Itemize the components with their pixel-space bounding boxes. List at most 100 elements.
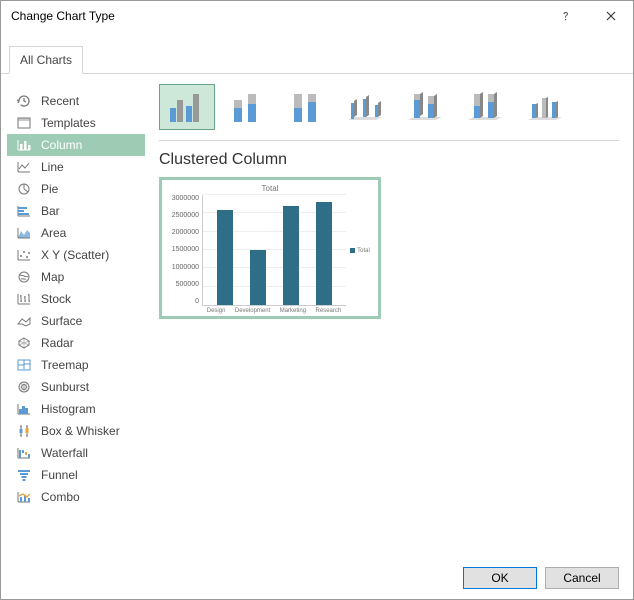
sidebar-item-surface[interactable]: Surface	[7, 310, 145, 332]
chart-x-axis: Design Development Marketing Research	[202, 306, 346, 314]
sidebar-item-waterfall[interactable]: Waterfall	[7, 442, 145, 464]
y-tick: 0	[166, 298, 199, 305]
subtype-3d-stacked-column[interactable]	[399, 84, 455, 130]
column-icon	[15, 136, 33, 154]
y-tick: 3000000	[166, 195, 199, 202]
help-button[interactable]	[543, 1, 588, 31]
subtype-clustered-column[interactable]	[159, 84, 215, 130]
sidebar-item-histogram[interactable]: Histogram	[7, 398, 145, 420]
sidebar-item-label: Recent	[41, 94, 79, 108]
x-tick: Design	[207, 308, 226, 314]
sidebar-item-line[interactable]: Line	[7, 156, 145, 178]
subtype-3d-clustered-column[interactable]	[339, 84, 395, 130]
window-title: Change Chart Type	[11, 9, 543, 23]
funnel-icon	[15, 466, 33, 484]
right-panel: Clustered Column Total 3000000 2500000 2…	[145, 84, 619, 560]
sidebar-item-label: Sunburst	[41, 380, 89, 394]
x-tick: Development	[235, 308, 270, 314]
sidebar-item-funnel[interactable]: Funnel	[7, 464, 145, 486]
subtype-3d-column[interactable]	[519, 84, 575, 130]
sidebar-item-map[interactable]: Map	[7, 266, 145, 288]
ok-button[interactable]: OK	[463, 567, 537, 589]
sidebar-item-radar[interactable]: Radar	[7, 332, 145, 354]
x-tick: Research	[316, 308, 342, 314]
chart-category-sidebar: Recent Templates Column Line Pie Bar Are…	[7, 84, 145, 560]
recent-icon	[15, 92, 33, 110]
legend-label: Total	[357, 248, 370, 254]
sidebar-item-label: Pie	[41, 182, 58, 196]
box-whisker-icon	[15, 422, 33, 440]
subtype-stacked-column[interactable]	[219, 84, 275, 130]
surface-icon	[15, 312, 33, 330]
y-tick: 2500000	[166, 212, 199, 219]
combo-icon	[15, 488, 33, 506]
scatter-icon	[15, 246, 33, 264]
chart-preview[interactable]: Total 3000000 2500000 2000000 1500000 10…	[159, 177, 381, 319]
sidebar-item-label: Surface	[41, 314, 82, 328]
chart-subtype-row	[159, 84, 619, 141]
chart-bar	[283, 206, 299, 305]
tab-all-charts[interactable]: All Charts	[9, 46, 83, 74]
sidebar-item-label: Bar	[41, 204, 60, 218]
sidebar-item-label: Treemap	[41, 358, 89, 372]
sidebar-item-recent[interactable]: Recent	[7, 90, 145, 112]
chart-bar	[316, 202, 332, 305]
sidebar-item-scatter[interactable]: X Y (Scatter)	[7, 244, 145, 266]
subtype-3d-100-stacked-column[interactable]	[459, 84, 515, 130]
tab-strip: All Charts	[1, 31, 633, 74]
x-tick: Marketing	[280, 308, 306, 314]
stock-icon	[15, 290, 33, 308]
sidebar-item-pie[interactable]: Pie	[7, 178, 145, 200]
main-area: Recent Templates Column Line Pie Bar Are…	[1, 74, 633, 560]
sidebar-item-label: Map	[41, 270, 64, 284]
bar-icon	[15, 202, 33, 220]
line-icon	[15, 158, 33, 176]
waterfall-icon	[15, 444, 33, 462]
sidebar-item-label: Waterfall	[41, 446, 88, 460]
sidebar-item-label: Box & Whisker	[41, 424, 120, 438]
y-tick: 2000000	[166, 229, 199, 236]
sidebar-item-label: Column	[41, 138, 82, 152]
sidebar-item-label: Combo	[41, 490, 80, 504]
sidebar-item-column[interactable]: Column	[7, 134, 145, 156]
area-icon	[15, 224, 33, 242]
sidebar-item-label: Funnel	[41, 468, 78, 482]
sidebar-item-label: Radar	[41, 336, 74, 350]
map-icon	[15, 268, 33, 286]
sidebar-item-label: Templates	[41, 116, 96, 130]
sidebar-item-label: X Y (Scatter)	[41, 248, 109, 262]
sidebar-item-combo[interactable]: Combo	[7, 486, 145, 508]
titlebar: Change Chart Type	[1, 1, 633, 31]
sidebar-item-templates[interactable]: Templates	[7, 112, 145, 134]
sidebar-item-label: Line	[41, 160, 64, 174]
sidebar-item-stock[interactable]: Stock	[7, 288, 145, 310]
chart-preview-body: 3000000 2500000 2000000 1500000 1000000 …	[166, 195, 374, 306]
sidebar-item-sunburst[interactable]: Sunburst	[7, 376, 145, 398]
pie-icon	[15, 180, 33, 198]
subtype-100-stacked-column[interactable]	[279, 84, 335, 130]
dialog-footer: OK Cancel	[1, 557, 633, 599]
sidebar-item-area[interactable]: Area	[7, 222, 145, 244]
chart-legend: Total	[346, 195, 374, 306]
sidebar-item-bar[interactable]: Bar	[7, 200, 145, 222]
treemap-icon	[15, 356, 33, 374]
y-tick: 1500000	[166, 246, 199, 253]
histogram-icon	[15, 400, 33, 418]
chart-plot-area	[202, 195, 346, 306]
section-title: Clustered Column	[159, 141, 619, 177]
sidebar-item-treemap[interactable]: Treemap	[7, 354, 145, 376]
sidebar-item-label: Histogram	[41, 402, 96, 416]
y-tick: 500000	[166, 281, 199, 288]
close-button[interactable]	[588, 1, 633, 31]
sidebar-item-box-whisker[interactable]: Box & Whisker	[7, 420, 145, 442]
chart-bar	[250, 250, 266, 305]
cancel-button[interactable]: Cancel	[545, 567, 619, 589]
radar-icon	[15, 334, 33, 352]
sunburst-icon	[15, 378, 33, 396]
y-tick: 1000000	[166, 264, 199, 271]
chart-y-axis: 3000000 2500000 2000000 1500000 1000000 …	[166, 195, 202, 306]
sidebar-item-label: Stock	[41, 292, 71, 306]
chart-bar	[217, 210, 233, 305]
sidebar-item-label: Area	[41, 226, 66, 240]
templates-icon	[15, 114, 33, 132]
